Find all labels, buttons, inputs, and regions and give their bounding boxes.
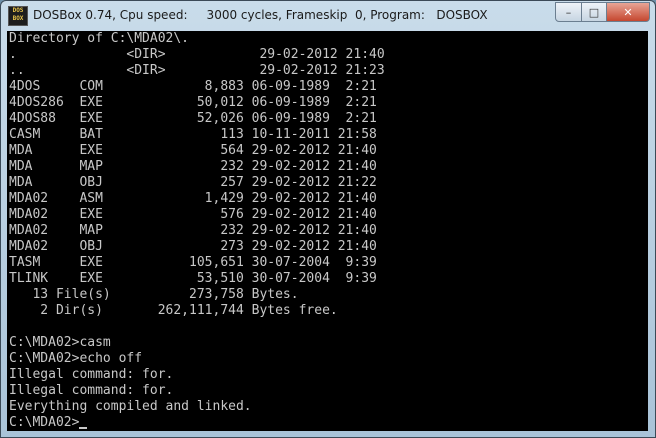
console-line: MDA OBJ 257 29-02-2012 21:22: [9, 175, 377, 190]
console-line: 4DOS286 EXE 50,012 06-09-1989 2:21: [9, 95, 377, 110]
console-line: Illegal command: for.: [9, 383, 174, 398]
console-line: 4DOS COM 8,883 06-09-1989 2:21: [9, 79, 377, 94]
dosbox-window: DOS BOX DOSBox 0.74, Cpu speed: 3000 cyc…: [0, 0, 656, 438]
title-bar[interactable]: DOS BOX DOSBox 0.74, Cpu speed: 3000 cyc…: [1, 1, 655, 31]
console-line: Everything compiled and linked.: [9, 399, 252, 414]
console-line: MDA MAP 232 29-02-2012 21:40: [9, 159, 377, 174]
console-line: 2 Dir(s) 262,111,744 Bytes free.: [9, 303, 338, 318]
console-line: 13 File(s) 273,758 Bytes.: [9, 287, 299, 302]
console-prompt: C:\MDA02>: [9, 415, 80, 430]
console-line: TASM EXE 105,651 30-07-2004 9:39: [9, 255, 377, 270]
minimize-button[interactable]: –: [555, 2, 582, 22]
dosbox-app-icon[interactable]: DOS BOX: [8, 6, 28, 26]
console-line: Directory of C:\MDA02\.: [9, 31, 190, 46]
console-line: C:\MDA02>echo off: [9, 351, 143, 366]
console-line: 4DOS88 EXE 52,026 06-09-1989 2:21: [9, 111, 377, 126]
console-line: C:\MDA02>casm: [9, 335, 111, 350]
caption-buttons: – □ ✕: [555, 2, 650, 22]
console-line: CASM BAT 113 10-11-2011 21:58: [9, 127, 377, 142]
console-line: MDA02 ASM 1,429 29-02-2012 21:40: [9, 191, 377, 206]
app-icon-text-top: DOS: [12, 7, 24, 14]
console-line: .. <DIR> 29-02-2012 21:23: [9, 63, 385, 78]
text-cursor: [79, 427, 88, 429]
maximize-button[interactable]: □: [582, 2, 607, 22]
console-line: MDA02 MAP 232 29-02-2012 21:40: [9, 223, 377, 238]
console-line: TLINK EXE 53,510 30-07-2004 9:39: [9, 271, 377, 286]
console-prompt-line[interactable]: C:\MDA02>: [9, 415, 88, 431]
console-line: MDA EXE 564 29-02-2012 21:40: [9, 143, 377, 158]
console-line: Illegal command: for.: [9, 367, 174, 382]
console-line: . <DIR> 29-02-2012 21:40: [9, 47, 385, 62]
app-icon-text-bottom: BOX: [12, 15, 24, 22]
close-button[interactable]: ✕: [607, 2, 650, 22]
console-line: MDA02 OBJ 273 29-02-2012 21:40: [9, 239, 377, 254]
console-line: MDA02 EXE 576 29-02-2012 21:40: [9, 207, 377, 222]
window-title: DOSBox 0.74, Cpu speed: 3000 cycles, Fra…: [33, 8, 488, 22]
console-screen[interactable]: Directory of C:\MDA02\. . <DIR> 29-02-20…: [7, 31, 648, 431]
